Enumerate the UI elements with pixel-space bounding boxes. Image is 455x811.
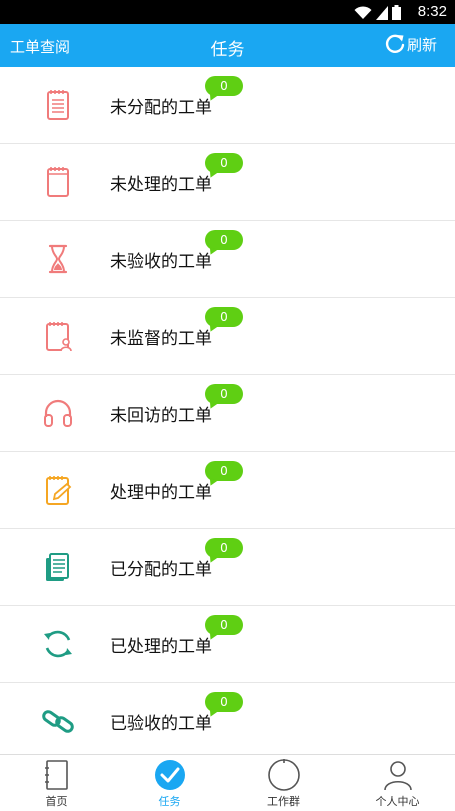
task-row-unvisited[interactable]: 未回访的工单 0: [0, 375, 455, 452]
task-label: 已验收的工单: [110, 714, 212, 734]
status-time: 8:32: [417, 3, 447, 20]
workgroup-circle-icon: [268, 759, 300, 791]
task-row-unassigned[interactable]: 未分配的工单 0: [0, 67, 455, 144]
notepad-lines-icon: [47, 90, 69, 120]
notepad-blank-icon: [47, 167, 69, 197]
task-label: 未分配的工单: [110, 98, 212, 118]
supervise-user-icon: [46, 322, 72, 352]
app-bar: 工单查阅 任务 刷新: [0, 24, 455, 67]
headphones-icon: [44, 399, 72, 427]
refresh-arrows-icon: [44, 630, 72, 658]
tab-workgroup[interactable]: 工作群: [227, 755, 340, 811]
wifi-icon: [354, 6, 372, 19]
task-label: 已分配的工单: [110, 560, 212, 580]
task-row-accepted[interactable]: 已验收的工单 0: [0, 683, 455, 760]
home-notebook-icon: [45, 760, 68, 790]
check-circle-icon: [155, 760, 185, 790]
hourglass-icon: [48, 244, 68, 274]
stacked-notes-icon: [46, 553, 69, 581]
task-label: 已处理的工单: [110, 637, 212, 657]
refresh-label: 刷新: [406, 35, 437, 54]
task-label: 未回访的工单: [110, 406, 212, 426]
refresh-icon: [385, 34, 405, 53]
bottom-tab-bar: 首页 任务 工作群 个人中心: [0, 754, 455, 811]
chain-link-icon: [42, 710, 74, 733]
count-badge: 0: [205, 615, 243, 635]
tab-label: 工作群: [267, 795, 300, 808]
status-icons: [354, 4, 401, 20]
count-badge: 0: [205, 76, 243, 96]
task-row-unsupervised[interactable]: 未监督的工单 0: [0, 298, 455, 375]
signal-icon: [376, 6, 388, 20]
tab-label: 任务: [158, 795, 181, 808]
count-badge: 0: [205, 230, 243, 250]
tab-tasks[interactable]: 任务: [113, 755, 226, 811]
tab-label: 个人中心: [375, 795, 420, 808]
task-label: 未验收的工单: [110, 252, 212, 272]
count-badge: 0: [205, 461, 243, 481]
person-icon: [384, 761, 412, 791]
count-badge: 0: [205, 692, 243, 712]
count-badge: 0: [205, 384, 243, 404]
task-row-assigned[interactable]: 已分配的工单 0: [0, 529, 455, 606]
task-label: 处理中的工单: [110, 483, 212, 503]
task-row-processed[interactable]: 已处理的工单 0: [0, 606, 455, 683]
task-label: 未处理的工单: [110, 175, 212, 195]
status-bar: 8:32: [0, 0, 455, 24]
count-badge: 0: [205, 538, 243, 558]
tab-label: 首页: [45, 795, 68, 808]
task-list: 未分配的工单 0 未处理的工单 0 未验收的工单 0 未监督的工单 0 未回访的…: [0, 67, 455, 760]
task-label: 未监督的工单: [110, 329, 212, 349]
tab-home[interactable]: 首页: [0, 755, 113, 811]
refresh-button[interactable]: 刷新: [384, 33, 437, 55]
battery-icon: [392, 5, 401, 20]
task-row-unaccepted[interactable]: 未验收的工单 0: [0, 221, 455, 298]
count-badge: 0: [205, 153, 243, 173]
task-row-in-progress[interactable]: 处理中的工单 0: [0, 452, 455, 529]
tab-profile[interactable]: 个人中心: [341, 755, 454, 811]
task-row-unprocessed[interactable]: 未处理的工单 0: [0, 144, 455, 221]
count-badge: 0: [205, 307, 243, 327]
notepad-pencil-icon: [46, 476, 72, 505]
work-order-lookup-link[interactable]: 工单查阅: [10, 36, 70, 57]
